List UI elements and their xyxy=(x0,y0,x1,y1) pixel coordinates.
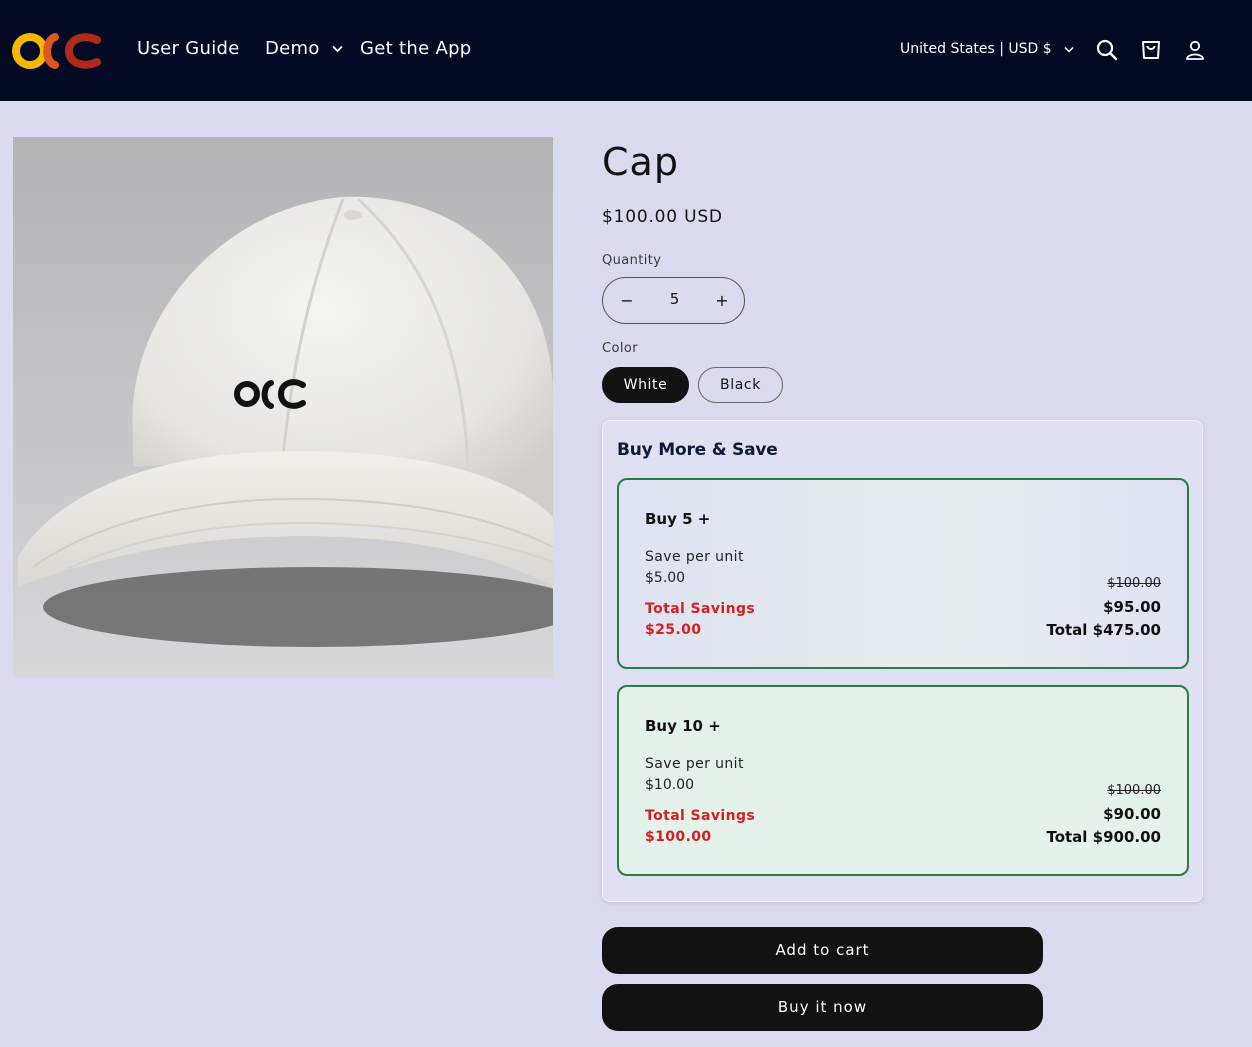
total-savings-value: $100.00 xyxy=(645,829,712,845)
quantity-label: Quantity xyxy=(602,253,662,268)
buy-it-now-button[interactable]: Buy it now xyxy=(602,984,1043,1031)
cart-icon[interactable] xyxy=(1139,38,1163,62)
region-label: United States | USD $ xyxy=(900,41,1052,57)
discount-tier-buy-10[interactable]: Buy 10 + Save per unit $10.00 Total Savi… xyxy=(617,685,1189,876)
product-image[interactable] xyxy=(13,137,553,677)
color-option-black[interactable]: Black xyxy=(698,367,783,403)
discounted-unit-price: $90.00 xyxy=(1103,805,1161,823)
tier-heading: Buy 5 + xyxy=(645,510,711,528)
tier-total-price: Total $900.00 xyxy=(1046,828,1161,846)
save-per-unit-value: $10.00 xyxy=(645,777,694,793)
product-title: Cap xyxy=(602,140,679,184)
account-icon[interactable] xyxy=(1183,38,1207,62)
white-baseball-cap-with-osc-logo-icon xyxy=(13,137,553,677)
color-option-white[interactable]: White xyxy=(602,367,689,403)
search-icon[interactable] xyxy=(1095,38,1119,62)
volume-discount-box: Buy More & Save Buy 5 + Save per unit $5… xyxy=(602,420,1203,902)
country-currency-selector[interactable]: United States | USD $ xyxy=(900,41,1074,57)
total-savings-value: $25.00 xyxy=(645,622,702,638)
quantity-increase-button[interactable]: + xyxy=(710,289,734,313)
save-per-unit-label: Save per unit xyxy=(645,549,744,565)
save-per-unit-value: $5.00 xyxy=(645,570,686,586)
quantity-input[interactable]: 5 xyxy=(653,290,696,308)
nav-demo-label: Demo xyxy=(265,38,320,59)
color-label: Color xyxy=(602,341,638,356)
tier-total-price: Total $475.00 xyxy=(1046,621,1161,639)
save-per-unit-label: Save per unit xyxy=(645,756,744,772)
osc-logo-icon[interactable] xyxy=(11,30,101,72)
product-price: $100.00 USD xyxy=(602,207,723,227)
nav-demo[interactable]: Demo xyxy=(265,38,343,59)
total-savings-label: Total Savings xyxy=(645,601,756,617)
discount-tier-buy-5[interactable]: Buy 5 + Save per unit $5.00 Total Saving… xyxy=(617,478,1189,669)
quantity-decrease-button[interactable]: − xyxy=(615,289,639,313)
original-price: $100.00 xyxy=(1107,576,1161,591)
volume-discount-title: Buy More & Save xyxy=(617,440,778,460)
chevron-down-icon xyxy=(332,45,343,53)
tier-heading: Buy 10 + xyxy=(645,717,721,735)
chevron-down-icon xyxy=(1064,46,1074,53)
original-price: $100.00 xyxy=(1107,783,1161,798)
site-header: User Guide Demo Get the App United State… xyxy=(0,0,1252,101)
nav-user-guide[interactable]: User Guide xyxy=(137,38,240,59)
total-savings-label: Total Savings xyxy=(645,808,756,824)
quantity-stepper: − 5 + xyxy=(602,277,745,324)
nav-get-the-app[interactable]: Get the App xyxy=(360,38,472,59)
discounted-unit-price: $95.00 xyxy=(1103,598,1161,616)
add-to-cart-button[interactable]: Add to cart xyxy=(602,927,1043,974)
